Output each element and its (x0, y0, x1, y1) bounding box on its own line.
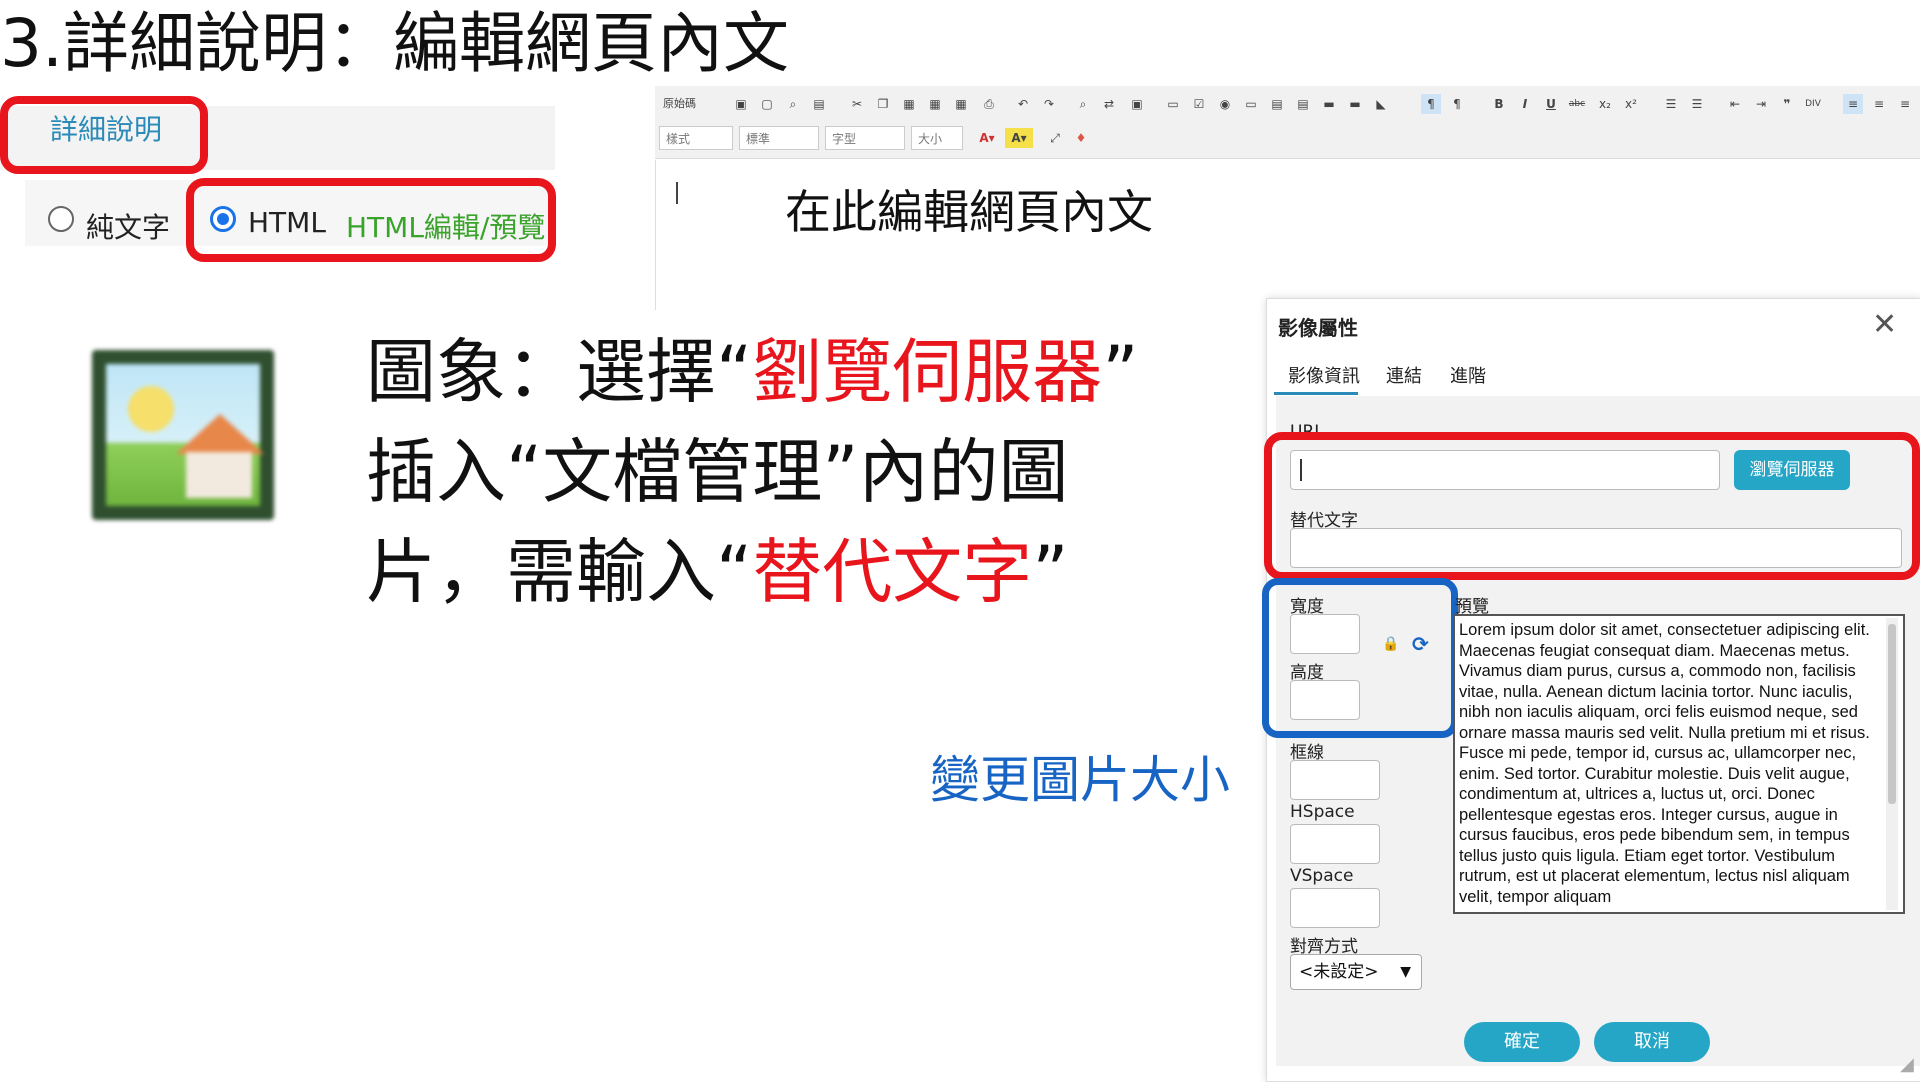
preview-text: Lorem ipsum dolor sit amet, consectetuer… (1459, 621, 1870, 906)
find-icon[interactable]: ⌕ (1073, 94, 1093, 114)
paste-icon[interactable]: ▦ (899, 94, 919, 114)
instruction-line-1: 圖象：選擇“劉覽伺服器” (366, 322, 1139, 422)
preview-scroll-thumb[interactable] (1888, 624, 1896, 804)
resize-handle-icon[interactable]: ◢ (1900, 1054, 1914, 1075)
instruction-browse-server: 劉覽伺服器 (752, 331, 1103, 413)
tab-link[interactable]: 連結 (1386, 362, 1422, 388)
image-icon (92, 350, 274, 520)
instruction-alt-text: 替代文字 (752, 531, 1033, 613)
cancel-button[interactable]: 取消 (1594, 1022, 1710, 1062)
select-icon[interactable]: ▤ (1293, 94, 1313, 114)
instruction-line-1-prefix: 圖象：選擇“ (366, 331, 753, 413)
undo-icon[interactable]: ↶ (1013, 94, 1033, 114)
hspace-input[interactable] (1290, 824, 1380, 864)
size-dropdown[interactable]: 大小 (911, 126, 963, 150)
active-tab-underline (1274, 392, 1358, 395)
resize-note: 變更圖片大小 (930, 751, 1230, 809)
save-icon[interactable]: ▣ (731, 94, 751, 114)
align-left-icon[interactable]: ≡ (1843, 94, 1863, 114)
instruction-line-3-prefix: 片，需輸入“ (366, 531, 753, 613)
hspace-label: HSpace (1290, 802, 1355, 822)
instruction-line-3: 片，需輸入“替代文字” (366, 522, 1069, 622)
close-icon[interactable]: ✕ (1872, 310, 1897, 340)
blockquote-icon[interactable]: ❞ (1777, 94, 1797, 114)
vspace-label: VSpace (1290, 866, 1354, 886)
outdent-icon[interactable]: ⇤ (1725, 94, 1745, 114)
tab-image-info[interactable]: 影像資訊 (1288, 362, 1360, 388)
radio-plain-text-label: 純文字 (86, 211, 171, 244)
style-dropdown[interactable]: 樣式 (659, 126, 733, 150)
bold-icon[interactable]: B (1489, 94, 1509, 114)
editor-toolbar: 原始碼 ▣ ▢ ⌕ ▤ ✂ ❐ ▦ ▦ ▦ ⎙ ↶ ↷ ⌕ ⇄ ▣ ▭ ☑ ◉ … (655, 86, 1920, 159)
rtl-icon[interactable]: ¶ (1447, 94, 1467, 114)
select-all-icon[interactable]: ▣ (1127, 94, 1147, 114)
tab-advanced[interactable]: 進階 (1450, 362, 1486, 388)
underline-icon[interactable]: U (1541, 94, 1561, 114)
strike-icon[interactable]: abc (1567, 94, 1587, 114)
ok-button[interactable]: 確定 (1464, 1022, 1580, 1062)
bullet-list-icon[interactable]: ☰ (1687, 94, 1707, 114)
textarea-icon[interactable]: ▤ (1267, 94, 1287, 114)
replace-icon[interactable]: ⇄ (1099, 94, 1119, 114)
instruction-line-2: 插入“文檔管理”內的圖 (366, 431, 1069, 513)
highlight-size-box (1262, 578, 1458, 738)
cut-icon[interactable]: ✂ (847, 94, 867, 114)
indent-icon[interactable]: ⇥ (1751, 94, 1771, 114)
redo-icon[interactable]: ↷ (1039, 94, 1059, 114)
paste-word-icon[interactable]: ▦ (951, 94, 971, 114)
italic-icon[interactable]: I (1515, 94, 1535, 114)
dropdown-arrow-icon: ▼ (1400, 964, 1411, 980)
highlight-html-box (186, 178, 556, 262)
highlight-url-alt-box (1264, 432, 1920, 580)
slide-title: 3.詳細說明：編輯網頁內文 (0, 5, 789, 82)
templates-icon[interactable]: ▤ (809, 94, 829, 114)
align-select[interactable]: <未設定> ▼ (1290, 954, 1422, 990)
radio-icon[interactable]: ◉ (1215, 94, 1235, 114)
instruction-line-3-suffix: ” (1032, 531, 1069, 613)
print-icon[interactable]: ⎙ (979, 94, 999, 114)
bg-color-icon[interactable]: A▾ (1005, 128, 1033, 148)
source-button[interactable]: 原始碼 (663, 94, 723, 114)
preview-box: Lorem ipsum dolor sit amet, consectetuer… (1453, 614, 1905, 914)
editor-caret (676, 182, 678, 204)
editor-hint-text: 在此編輯網頁內文 (785, 185, 1153, 239)
textfield-icon[interactable]: ▭ (1241, 94, 1261, 114)
instruction-line-1-suffix: ” (1102, 331, 1139, 413)
ltr-icon[interactable]: ¶ (1421, 94, 1441, 114)
text-color-icon[interactable]: A▾ (973, 128, 1001, 148)
format-dropdown[interactable]: 標準 (739, 126, 819, 150)
numbered-list-icon[interactable]: ☰ (1661, 94, 1681, 114)
preview-icon[interactable]: ⌕ (783, 94, 803, 114)
hidden-field-icon[interactable]: ◣ (1371, 94, 1391, 114)
div-icon[interactable]: DIV (1803, 94, 1823, 114)
dialog-title: 影像屬性 (1278, 316, 1358, 340)
font-dropdown[interactable]: 字型 (825, 126, 905, 150)
radio-plain-text[interactable] (48, 206, 74, 232)
checkbox-icon[interactable]: ☑ (1189, 94, 1209, 114)
image-button-icon[interactable]: ▬ (1345, 94, 1365, 114)
new-page-icon[interactable]: ▢ (757, 94, 777, 114)
border-input[interactable] (1290, 760, 1380, 800)
highlight-tab-box (0, 96, 208, 174)
align-right-icon[interactable]: ≡ (1895, 94, 1915, 114)
superscript-icon[interactable]: x² (1621, 94, 1641, 114)
button-icon[interactable]: ▬ (1319, 94, 1339, 114)
align-select-value: <未設定> (1299, 962, 1379, 982)
maximize-icon[interactable]: ⤢ (1045, 128, 1065, 148)
copy-icon[interactable]: ❐ (873, 94, 893, 114)
show-blocks-icon[interactable]: ♦ (1071, 128, 1091, 148)
align-center-icon[interactable]: ≡ (1869, 94, 1889, 114)
paste-text-icon[interactable]: ▦ (925, 94, 945, 114)
form-icon[interactable]: ▭ (1163, 94, 1183, 114)
subscript-icon[interactable]: x₂ (1595, 94, 1615, 114)
vspace-input[interactable] (1290, 888, 1380, 928)
